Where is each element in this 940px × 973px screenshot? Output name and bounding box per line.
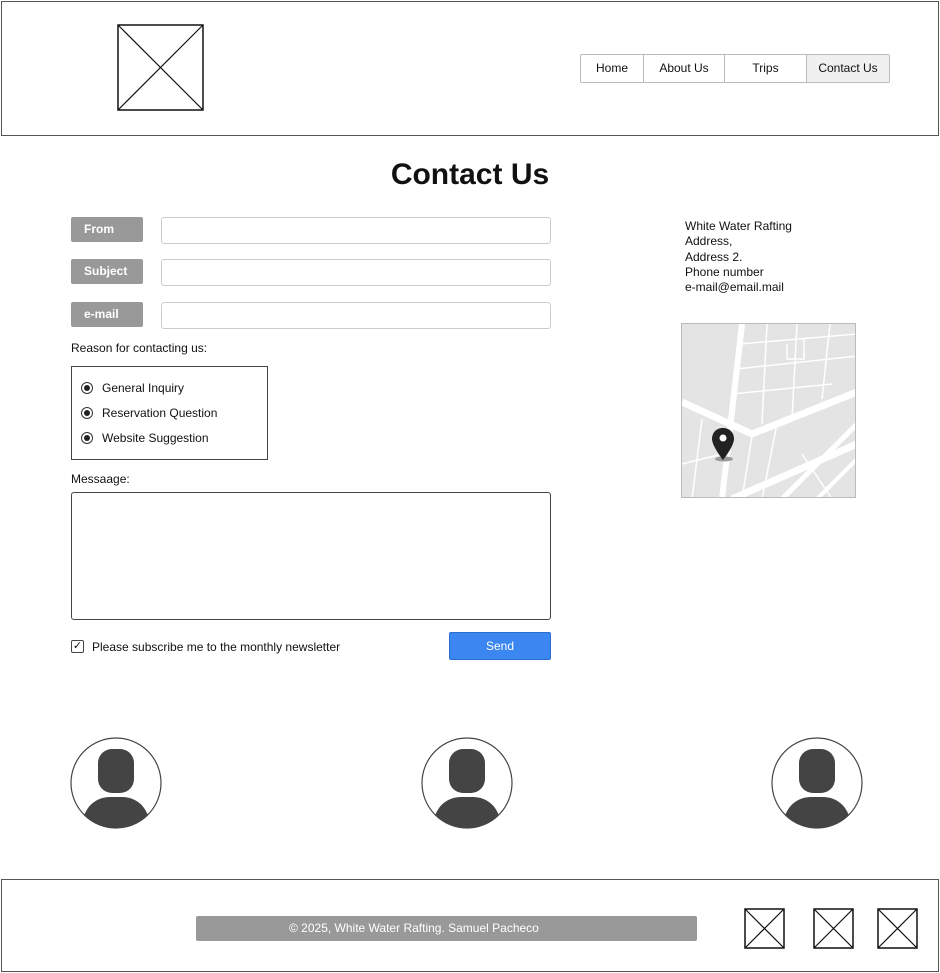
radio-selected-icon xyxy=(81,407,93,419)
address-line: e-mail@email.mail xyxy=(685,280,784,295)
message-textarea[interactable] xyxy=(71,492,551,620)
social-placeholder-icon[interactable] xyxy=(813,908,854,949)
user-avatar-icon xyxy=(70,737,162,829)
address-line: Phone number xyxy=(685,264,764,279)
nav-trips[interactable]: Trips xyxy=(725,55,807,82)
newsletter-label: Please subscribe me to the monthly newsl… xyxy=(92,640,341,654)
from-label: From xyxy=(71,217,143,242)
radio-selected-icon xyxy=(81,432,93,444)
nav-contact-us[interactable]: Contact Us xyxy=(807,55,889,82)
logo-placeholder-icon xyxy=(117,24,204,111)
email-label: e-mail xyxy=(71,302,143,327)
send-button[interactable]: Send xyxy=(449,632,551,660)
user-avatar-icon xyxy=(421,737,513,829)
message-label: Messaage: xyxy=(71,472,130,486)
address-block: White Water Rafting Address, Address 2. … xyxy=(685,219,792,295)
nav-about-us[interactable]: About Us xyxy=(644,55,725,82)
subject-input[interactable] xyxy=(161,259,551,286)
map-image xyxy=(682,324,855,497)
newsletter-checkbox[interactable]: ✓ xyxy=(71,640,84,653)
radio-label: Website Suggestion xyxy=(102,431,209,445)
subject-label: Subject xyxy=(71,259,143,284)
radio-reservation-question[interactable]: Reservation Question xyxy=(81,406,217,420)
copyright-text: © 2025, White Water Rafting. Samuel Pach… xyxy=(196,916,697,941)
nav-home[interactable]: Home xyxy=(581,55,644,82)
reason-radio-group: General Inquiry Reservation Question Web… xyxy=(71,366,268,460)
social-placeholder-icon[interactable] xyxy=(877,908,918,949)
address-line: Address 2. xyxy=(685,249,743,264)
radio-label: General Inquiry xyxy=(102,381,185,395)
social-placeholder-icon[interactable] xyxy=(744,908,785,949)
email-input[interactable] xyxy=(161,302,551,329)
reason-label: Reason for contacting us: xyxy=(71,341,208,355)
address-line: White Water Rafting xyxy=(685,219,792,233)
page-title-text: Contact Us xyxy=(390,158,550,191)
from-input[interactable] xyxy=(161,217,551,244)
radio-selected-icon xyxy=(81,382,93,394)
checkmark-icon: ✓ xyxy=(72,640,83,652)
user-avatar-icon xyxy=(771,737,863,829)
page-title: Contact Us xyxy=(0,158,940,192)
radio-label: Reservation Question xyxy=(102,406,218,420)
location-map[interactable] xyxy=(681,323,856,498)
radio-website-suggestion[interactable]: Website Suggestion xyxy=(81,431,209,445)
main-nav: Home About Us Trips Contact Us xyxy=(580,54,890,83)
address-line: Address, xyxy=(685,234,733,249)
radio-general-inquiry[interactable]: General Inquiry xyxy=(81,381,184,395)
